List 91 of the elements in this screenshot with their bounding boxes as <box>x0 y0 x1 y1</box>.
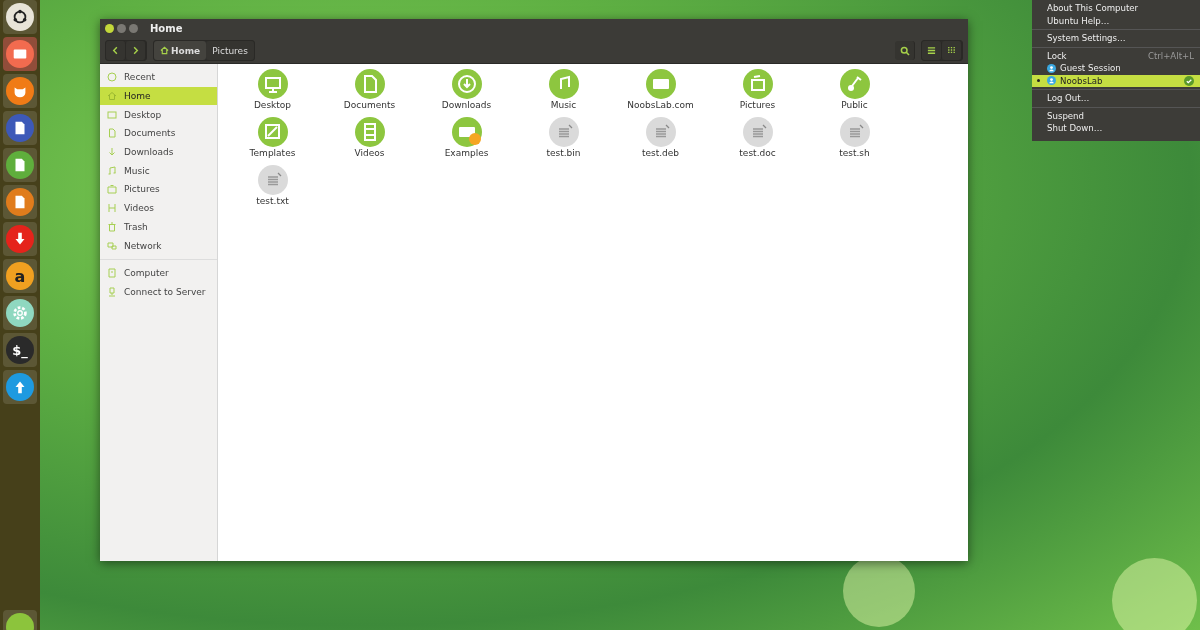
grid-icon <box>947 46 956 55</box>
menu-item[interactable]: System Settings… <box>1032 32 1200 45</box>
menu-item[interactable]: Shut Down… <box>1032 122 1200 135</box>
sidebar-item[interactable]: Documents <box>100 124 217 143</box>
document-file-icon <box>547 116 580 148</box>
menu-item[interactable]: Guest Session <box>1032 62 1200 75</box>
shortcut-label: Ctrl+Alt+L <box>1147 50 1194 61</box>
document-icon <box>107 128 117 139</box>
search-button[interactable] <box>895 41 915 60</box>
list-icon <box>927 46 936 55</box>
user-icon <box>1047 76 1056 86</box>
document-icon <box>6 151 34 179</box>
sidebar-item[interactable]: Home <box>100 86 217 106</box>
sidebar-item[interactable]: Connect to Server <box>100 282 217 302</box>
server-icon <box>107 286 117 297</box>
file-item[interactable]: Desktop <box>224 68 321 116</box>
file-item[interactable]: Documents <box>321 68 418 116</box>
menu-item[interactable]: NoobsLab <box>1032 74 1200 87</box>
file-item[interactable]: Examples <box>418 116 515 164</box>
close-button[interactable] <box>105 24 114 33</box>
path-button[interactable]: Home <box>154 41 207 60</box>
camera-icon <box>107 184 117 195</box>
back-button[interactable] <box>106 41 126 60</box>
document-icon <box>6 114 34 142</box>
file-item[interactable]: test.doc <box>709 116 806 164</box>
document-file-icon <box>838 116 871 148</box>
menu-item[interactable]: About This Computer <box>1032 2 1200 15</box>
trash-icon <box>107 221 117 232</box>
document-file-icon <box>644 116 677 148</box>
user-icon <box>1047 63 1056 73</box>
file-item[interactable]: Public <box>806 68 903 116</box>
launcher-app-button[interactable] <box>3 111 37 145</box>
file-item[interactable]: Pictures <box>709 68 806 116</box>
file-item[interactable]: test.txt <box>224 164 321 212</box>
app-glyph: a <box>14 266 26 286</box>
file-item[interactable]: Music <box>515 68 612 116</box>
sidebar-item[interactable]: Pictures <box>100 180 217 199</box>
launcher-app-button[interactable] <box>3 296 37 330</box>
launcher-app-button[interactable]: a <box>3 259 37 293</box>
desktop-icon <box>107 109 117 120</box>
network-icon <box>107 240 117 251</box>
list-view-button[interactable] <box>922 41 942 60</box>
document-file-icon <box>256 164 289 196</box>
launcher-app-button[interactable] <box>3 185 37 219</box>
music-icon <box>107 165 117 176</box>
launcher-app-button[interactable] <box>3 370 37 404</box>
sidebar-item[interactable]: Recent <box>100 68 217 87</box>
launcher-app-button[interactable] <box>3 37 37 71</box>
computer-icon <box>107 268 117 279</box>
file-item[interactable]: Templates <box>224 116 321 164</box>
sidebar-item[interactable]: Videos <box>100 198 217 218</box>
ring-logo-icon <box>6 3 34 31</box>
fox-icon <box>6 77 34 105</box>
checkmark-icon <box>1184 75 1194 86</box>
sidebar-item[interactable]: Desktop <box>100 105 217 125</box>
file-item[interactable]: test.deb <box>612 116 709 164</box>
launcher-app-button[interactable] <box>3 148 37 182</box>
sidebar-item[interactable]: Network <box>100 236 217 255</box>
menu-item[interactable]: Lock Ctrl+Alt+L <box>1032 49 1200 62</box>
launcher-app-button[interactable] <box>3 74 37 108</box>
app-glyph: $_ <box>12 342 28 358</box>
sidebar-item[interactable]: Music <box>100 161 217 181</box>
search-icon <box>899 45 910 56</box>
file-item[interactable]: test.bin <box>515 116 612 164</box>
minimize-button[interactable] <box>117 24 126 33</box>
recent-icon <box>107 72 117 83</box>
document-icon <box>6 188 34 216</box>
launcher-app-button[interactable]: $_ <box>3 333 37 367</box>
file-item[interactable]: Downloads <box>418 68 515 116</box>
home-icon <box>107 91 117 102</box>
file-item[interactable]: NoobsLab.com <box>612 68 709 116</box>
sidebar-item[interactable]: Computer <box>100 263 217 283</box>
path-button[interactable]: Pictures <box>206 41 254 60</box>
menu-item[interactable]: Ubuntu Help… <box>1032 14 1200 27</box>
launcher-app-button[interactable] <box>3 222 37 256</box>
file-item[interactable]: Videos <box>321 116 418 164</box>
menu-item[interactable]: Suspend <box>1032 109 1200 122</box>
forward-button[interactable] <box>126 41 146 60</box>
video-icon <box>107 203 117 214</box>
menu-item[interactable]: Log Out… <box>1032 92 1200 105</box>
window-title: Home <box>150 23 183 34</box>
sidebar-item[interactable]: Downloads <box>100 142 217 162</box>
home-icon <box>160 46 169 55</box>
gear-icon <box>6 299 34 327</box>
download-icon <box>107 147 117 158</box>
file-item[interactable]: test.sh <box>806 116 903 164</box>
grid-view-button[interactable] <box>942 41 962 60</box>
sidebar-item[interactable]: Trash <box>100 217 217 237</box>
document-file-icon <box>741 116 774 148</box>
launcher-app-button[interactable] <box>3 0 37 34</box>
maximize-button[interactable] <box>129 24 138 33</box>
